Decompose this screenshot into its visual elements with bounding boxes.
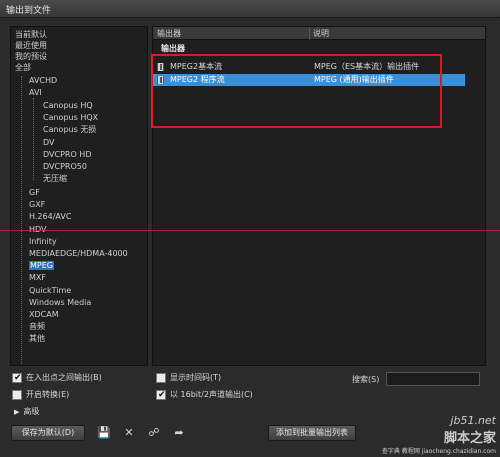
tree-item-gxf[interactable]: GXF [29, 199, 45, 210]
checkbox-label: 开启转换(E) [26, 390, 70, 399]
column-header-description[interactable]: 说明 [313, 28, 329, 39]
checkbox-box[interactable] [12, 390, 22, 400]
advanced-label: 高级 [23, 407, 40, 416]
tree-guide-line [21, 76, 22, 365]
column-divider[interactable] [309, 27, 310, 40]
tree-item-xdcam[interactable]: XDCAM [29, 309, 59, 320]
tree-item-windows-media[interactable]: Windows Media [29, 297, 91, 308]
tree-item-mediaedge[interactable]: MEDIAEDGE/HDMA-4000 [29, 248, 128, 259]
group-title: 输出器 [161, 44, 185, 53]
tree-item-quicktime[interactable]: QuickTime [29, 285, 71, 296]
tree-item-uncompressed[interactable]: 无压缩 [43, 173, 67, 184]
tree-item-canopus-lossless[interactable]: Canopus 无损 [43, 124, 96, 135]
delete-icon[interactable]: ✕ [122, 426, 136, 439]
watermark-line2: 脚本之家 [443, 431, 496, 446]
link-icon[interactable]: ☍ [147, 426, 161, 439]
tree-item-gf[interactable]: GF [29, 187, 40, 198]
tree-item-all[interactable]: 全部 [15, 62, 31, 73]
tree-item-avi[interactable]: AVI [29, 87, 42, 98]
annotation-highlight-box [151, 54, 442, 128]
tree-item-dvcpro-hd[interactable]: DVCPRO HD [43, 149, 91, 160]
annotation-red-line [0, 230, 500, 231]
watermark-line1: jb51.net [450, 414, 496, 427]
checkbox-label: 以 16bit/2声道输出(C) [170, 390, 253, 399]
tree-item-h264[interactable]: H.264/AVC [29, 211, 71, 222]
advanced-toggle[interactable]: ▶ 高级 [14, 406, 39, 417]
search-input[interactable] [386, 372, 480, 386]
checkbox-box[interactable] [12, 372, 22, 384]
tree-guide-line [33, 98, 34, 180]
tree-item-mxf[interactable]: MXF [29, 272, 46, 283]
save-default-button[interactable]: 保存为默认(D) [11, 425, 85, 441]
checkbox-label: 显示时间码(T) [170, 373, 222, 382]
watermark: jb51.net 脚本之家 查字典 教程网 jiaocheng.chazidia… [382, 414, 496, 455]
tree-item-canopus-hqx[interactable]: Canopus HQX [43, 112, 98, 123]
window-title: 输出到文件 [6, 6, 52, 16]
search-label: 搜索(S) [352, 375, 380, 384]
tree-item-recent[interactable]: 最近使用 [15, 40, 47, 51]
column-header-exporter[interactable]: 输出器 [157, 28, 181, 39]
watermark-line3: 查字典 教程网 jiaocheng.chazidian.com [381, 448, 496, 455]
window-titlebar: 输出到文件 [0, 0, 500, 18]
tree-item-other[interactable]: 其他 [29, 333, 45, 344]
checkbox-label: 在入出点之间输出(B) [26, 373, 102, 382]
tree-item-avchd[interactable]: AVCHD [29, 75, 57, 86]
expand-arrow-icon: ▶ [14, 408, 20, 416]
tree-item-current-default[interactable]: 当前默认 [15, 29, 47, 40]
tree-item-dv[interactable]: DV [43, 137, 55, 148]
tree-item-dvcpro50[interactable]: DVCPRO50 [43, 161, 87, 172]
tree-item-mpeg[interactable]: MPEG [29, 260, 54, 271]
export-icon[interactable]: ➦ [172, 426, 186, 439]
add-to-batch-button[interactable]: 添加到批量输出列表 [268, 425, 356, 441]
save-icon[interactable]: 💾 [97, 426, 111, 439]
tree-item-audio[interactable]: 音频 [29, 321, 45, 332]
category-tree[interactable]: 当前默认 最近使用 我的预设 全部 AVCHD AVI Canopus HQ C… [10, 26, 148, 366]
tree-item-canopus-hq[interactable]: Canopus HQ [43, 100, 93, 111]
tree-item-infinity[interactable]: Infinity [29, 236, 57, 247]
checkbox-box[interactable] [156, 373, 166, 383]
tree-item-my-presets[interactable]: 我的预设 [15, 51, 47, 62]
checkbox-box[interactable] [156, 389, 166, 401]
list-header: 输出器 说明 [153, 27, 485, 40]
